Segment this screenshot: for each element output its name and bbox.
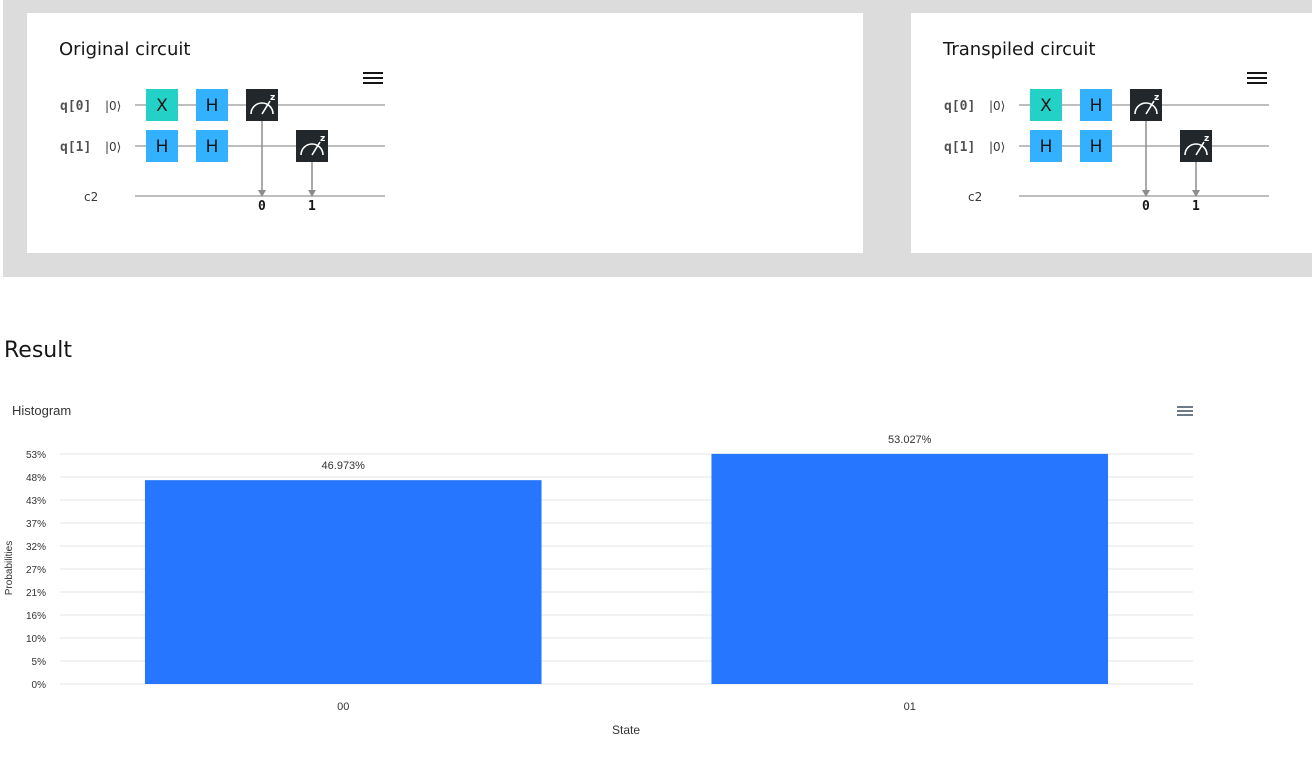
bar-01[interactable] <box>711 453 1109 684</box>
chart-title: Histogram <box>12 403 71 418</box>
qubit-1-init-state: |0⟩ <box>105 140 121 154</box>
qubit-1-label: q[1] <box>944 140 975 155</box>
classical-register-label: c2 <box>968 190 982 204</box>
h-gate-q0-label: H <box>206 96 219 116</box>
classical-bit-1-label: 1 <box>308 199 316 214</box>
measure-gate-q0[interactable]: z <box>246 89 278 121</box>
bars: 46.973% 53.027% <box>144 434 1109 684</box>
measure-gate-q1[interactable]: z <box>296 130 328 162</box>
measure-basis-label: z <box>1204 134 1209 144</box>
measure-basis-label: z <box>1154 93 1159 103</box>
y-tick-label: 53% <box>26 450 46 461</box>
qubit-0-init-state: |0⟩ <box>989 99 1005 113</box>
classical-bit-1-label: 1 <box>1192 199 1200 214</box>
qubit-0-label: q[0] <box>60 99 91 114</box>
x-gate-q0-label: X <box>1040 96 1052 116</box>
classical-bit-0-label: 0 <box>258 199 266 214</box>
bar-data-label: 53.027% <box>888 434 932 446</box>
original-circuit-diagram: q[0] q[1] |0⟩ |0⟩ c2 0 1 X H H H z z <box>60 89 385 214</box>
qubit-1-init-state: |0⟩ <box>989 140 1005 154</box>
h-gate-q1-second-label: H <box>206 137 219 157</box>
qubit-0-label: q[0] <box>944 99 975 114</box>
classical-bit-0-label: 0 <box>1142 199 1150 214</box>
original-circuit-card: Original circuit q[0] q[1] |0⟩ |0⟩ c2 0 … <box>27 13 863 253</box>
y-axis-ticks: 0% 5% 10% 16% 21% 27% 32% 37% 43% 48% 53% <box>26 450 46 691</box>
x-tick-label: 00 <box>337 701 349 713</box>
bar-data-label: 46.973% <box>322 460 366 472</box>
h-gate-q1-first-label: H <box>156 137 169 157</box>
y-axis-label: Probabilities <box>4 541 15 595</box>
measure-basis-label: z <box>270 93 275 103</box>
y-tick-label: 48% <box>26 473 46 484</box>
measure-gate-q1[interactable]: z <box>1180 130 1212 162</box>
measure-basis-label: z <box>320 134 325 144</box>
y-tick-label: 10% <box>26 634 46 645</box>
y-tick-label: 27% <box>26 565 46 576</box>
y-tick-label: 43% <box>26 496 46 507</box>
h-gate-q0-label: H <box>1090 96 1103 116</box>
x-gate-q0-label: X <box>156 96 168 116</box>
bar-00[interactable] <box>144 480 542 684</box>
qubit-1-label: q[1] <box>60 140 91 155</box>
classical-register-label: c2 <box>84 190 98 204</box>
y-tick-label: 16% <box>26 611 46 622</box>
x-axis-labels: 00 01 <box>337 701 916 713</box>
transpiled-circuit-diagram: q[0] q[1] |0⟩ |0⟩ c2 0 1 X H H H z z <box>944 89 1269 214</box>
chart-menu-icon[interactable] <box>1177 406 1193 416</box>
qubit-0-init-state: |0⟩ <box>105 99 121 113</box>
h-gate-q1-second-label: H <box>1090 137 1103 157</box>
result-heading: Result <box>4 338 72 363</box>
h-gate-q1-first-label: H <box>1040 137 1053 157</box>
y-tick-label: 32% <box>26 542 46 553</box>
histogram-chart: Histogram 0% 5% 10% 16% 21% 27% 32% 37% 43% 48% 53… <box>4 403 1193 737</box>
transpiled-circuit-card: Transpiled circuit q[0] q[1] |0⟩ |0⟩ c2 … <box>911 13 1312 253</box>
y-tick-label: 21% <box>26 588 46 599</box>
x-tick-label: 01 <box>904 701 916 713</box>
y-tick-label: 37% <box>26 519 46 530</box>
y-tick-label: 0% <box>32 680 47 691</box>
measure-gate-q0[interactable]: z <box>1130 89 1162 121</box>
y-tick-label: 5% <box>32 657 47 668</box>
x-axis-label: State <box>612 723 640 737</box>
